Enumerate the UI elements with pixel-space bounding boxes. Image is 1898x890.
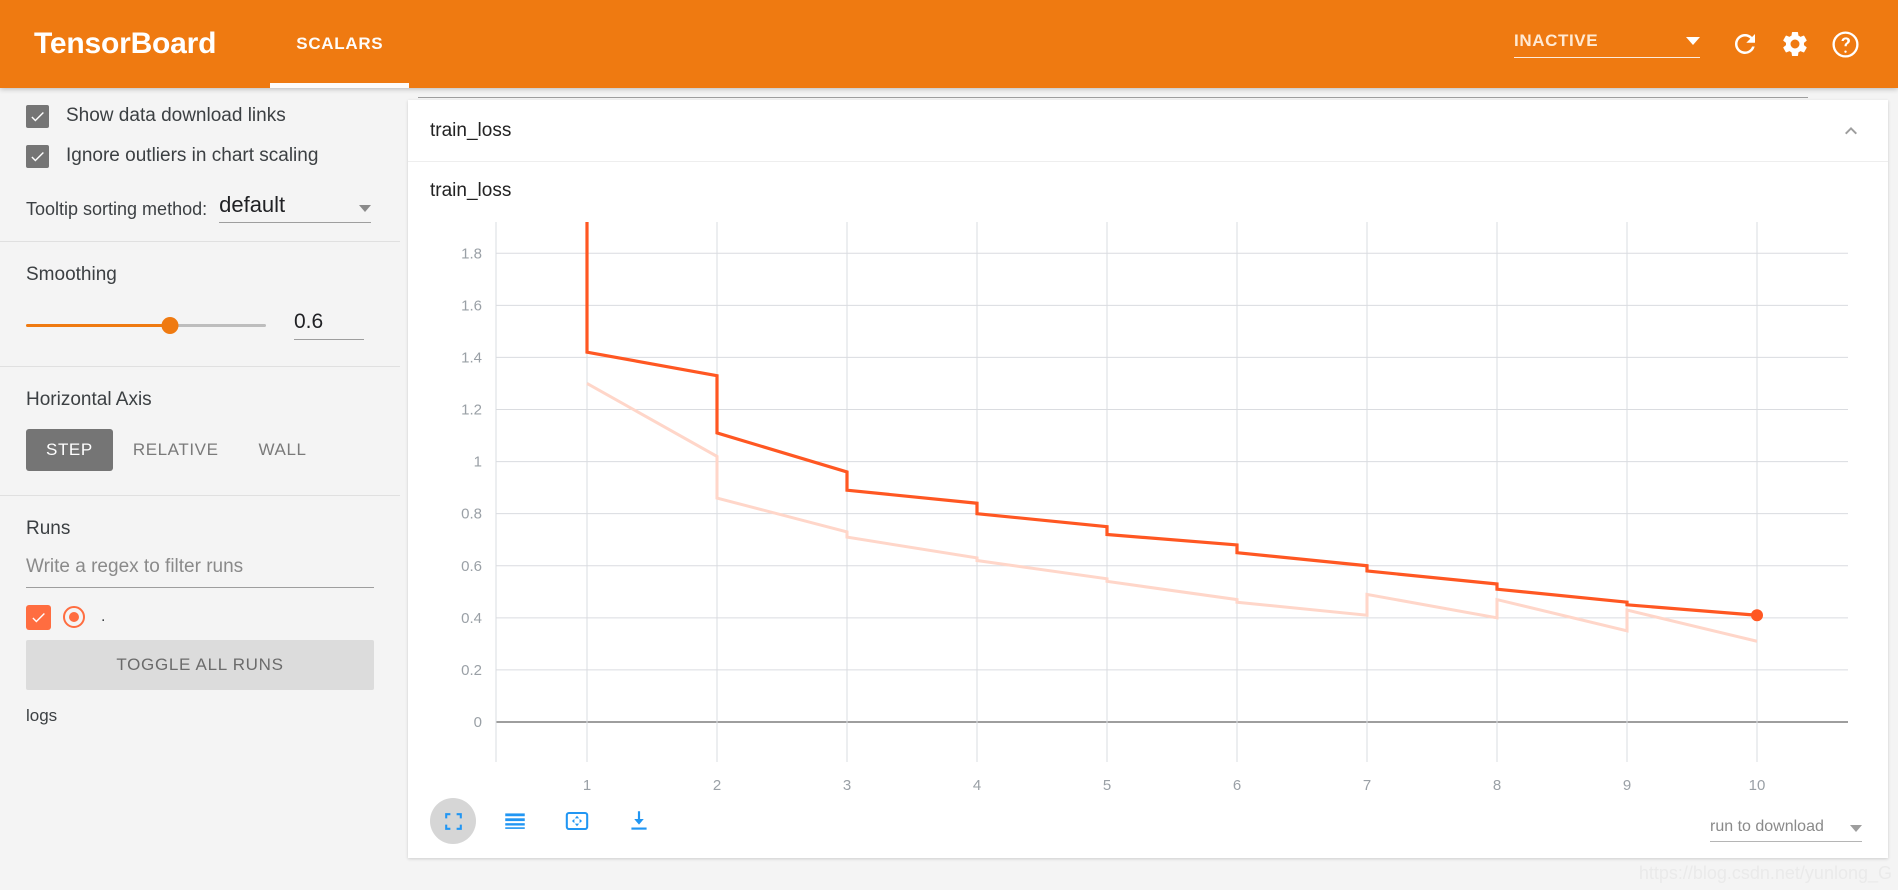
svg-text:10: 10 xyxy=(1749,777,1766,794)
tooltip-sorting-label: Tooltip sorting method: xyxy=(26,199,208,219)
slider-knob[interactable] xyxy=(161,316,179,334)
card-header: train_loss xyxy=(408,100,1888,162)
axis-option-relative[interactable]: RELATIVE xyxy=(113,429,239,471)
horizontal-axis-section: Horizontal Axis STEP RELATIVE WALL xyxy=(0,389,400,471)
checkbox-icon xyxy=(26,104,49,128)
svg-text:7: 7 xyxy=(1363,777,1371,794)
checkbox-ignore-outliers[interactable]: Ignore outliers in chart scaling xyxy=(26,136,374,176)
svg-text:1.6: 1.6 xyxy=(461,297,482,314)
axis-option-wall[interactable]: WALL xyxy=(239,429,327,471)
smoothing-value-input[interactable]: 0.6 xyxy=(294,310,364,340)
toggle-all-runs-button[interactable]: TOGGLE ALL RUNS xyxy=(26,640,374,690)
checkbox-label: Ignore outliers in chart scaling xyxy=(66,145,319,166)
radio-dot-icon xyxy=(69,612,79,622)
svg-text:4: 4 xyxy=(973,777,981,794)
line-chart[interactable]: 0 0.2 0.4 0.6 0.8 1 1.2 1.4 1.6 1.8 1 2 3 4 5 6 7 8 9 10 xyxy=(408,162,1888,858)
scalar-card: train_loss train_loss 0 0.2 0.4 0.6 0.8 1 1.2 1… xyxy=(408,100,1888,858)
chart-area: train_loss 0 0.2 0.4 0.6 0.8 1 1.2 1.4 1.6 1.8 1 2 3… xyxy=(408,162,1888,858)
fit-to-domain-button[interactable] xyxy=(430,798,476,844)
download-icon xyxy=(631,811,647,830)
display-options-section: Show data download links Ignore outliers… xyxy=(0,88,400,223)
tooltip-sorting-row: Tooltip sorting method: default xyxy=(26,192,374,223)
smoothing-section: Smoothing 0.6 xyxy=(0,264,400,340)
runs-section: Runs Write a regex to filter runs . TOGG… xyxy=(0,518,400,726)
run-status-dropdown[interactable]: INACTIVE xyxy=(1514,31,1700,58)
run-status-label: INACTIVE xyxy=(1514,30,1599,50)
runs-title: Runs xyxy=(26,518,71,539)
slider-track-filled xyxy=(26,323,170,327)
horizontal-axis-title: Horizontal Axis xyxy=(26,389,152,410)
run-name-label: . xyxy=(101,608,106,625)
smoothing-title: Smoothing xyxy=(26,264,117,285)
card-title: train_loss xyxy=(430,119,512,141)
expand-button[interactable] xyxy=(554,798,600,844)
checkbox-label: Show data download links xyxy=(66,105,286,126)
chevron-up-icon xyxy=(1845,126,1857,134)
divider xyxy=(0,366,400,367)
runs-filter-input[interactable]: Write a regex to filter runs xyxy=(26,556,374,588)
nav-tabs: SCALARS xyxy=(270,0,410,88)
smoothing-row: 0.6 xyxy=(26,310,374,340)
smoothing-slider[interactable] xyxy=(26,316,266,334)
svg-text:1.8: 1.8 xyxy=(461,245,482,262)
svg-text:0: 0 xyxy=(474,714,482,731)
tab-scalars[interactable]: SCALARS xyxy=(270,0,410,88)
svg-text:9: 9 xyxy=(1623,777,1631,794)
svg-text:0.4: 0.4 xyxy=(461,610,482,627)
horizontal-axis-options: STEP RELATIVE WALL xyxy=(26,429,374,471)
watermark: https://blog.csdn.net/yunlong_G xyxy=(1638,863,1892,883)
run-checkbox[interactable] xyxy=(26,604,51,630)
app-brand: TensorBoard xyxy=(34,27,217,60)
chevron-down-icon xyxy=(1850,825,1862,832)
chevron-down-icon xyxy=(359,205,372,212)
left-sidebar: Show data download links Ignore outliers… xyxy=(0,88,400,890)
divider xyxy=(0,495,400,496)
refresh-button[interactable] xyxy=(1722,21,1768,67)
help-circle-icon xyxy=(1831,30,1859,58)
chevron-down-icon xyxy=(1686,36,1700,45)
expand-icon xyxy=(565,811,589,831)
gear-icon xyxy=(1783,31,1807,57)
tab-scalars-label: SCALARS xyxy=(296,34,384,53)
run-list-item[interactable]: . xyxy=(26,596,374,638)
checkbox-icon xyxy=(26,144,49,168)
refresh-icon xyxy=(1734,33,1755,54)
collapse-button[interactable] xyxy=(1836,116,1866,146)
svg-text:3: 3 xyxy=(843,777,851,794)
svg-text:1: 1 xyxy=(474,454,482,471)
run-to-download-dropdown[interactable]: run to download xyxy=(1710,818,1862,842)
main-content: 🔍 Filter tags (regular expressions suppo… xyxy=(400,66,1898,890)
divider xyxy=(0,241,400,242)
help-button[interactable] xyxy=(1822,21,1868,67)
tooltip-sorting-value: default xyxy=(219,192,286,217)
top-bar-actions: INACTIVE xyxy=(1514,21,1868,67)
svg-text:6: 6 xyxy=(1233,777,1241,794)
run-color-radio[interactable] xyxy=(63,606,85,628)
download-button[interactable] xyxy=(616,798,662,844)
slider-track-remaining xyxy=(170,323,266,327)
axis-option-step[interactable]: STEP xyxy=(26,429,113,471)
data-series-icon xyxy=(505,813,525,829)
data-series-button[interactable] xyxy=(492,798,538,844)
logs-label: logs xyxy=(26,706,58,725)
checkbox-show-data-download-links[interactable]: Show data download links xyxy=(26,96,374,136)
tooltip-sorting-dropdown[interactable]: default xyxy=(219,192,372,223)
chart-toolbar xyxy=(430,798,662,844)
svg-text:2: 2 xyxy=(713,777,721,794)
fit-to-domain-icon xyxy=(444,812,462,830)
top-app-bar: TensorBoard SCALARS INACTIVE xyxy=(0,0,1898,88)
svg-text:0.8: 0.8 xyxy=(461,506,482,523)
svg-text:5: 5 xyxy=(1103,777,1111,794)
svg-text:1.4: 1.4 xyxy=(461,349,482,366)
svg-text:8: 8 xyxy=(1493,777,1501,794)
run-to-download-value: run to download xyxy=(1710,818,1824,835)
settings-button[interactable] xyxy=(1772,21,1818,67)
svg-text:0.6: 0.6 xyxy=(461,558,482,575)
svg-text:0.2: 0.2 xyxy=(461,662,482,679)
svg-text:1.2: 1.2 xyxy=(461,402,482,419)
svg-text:1: 1 xyxy=(583,777,591,794)
